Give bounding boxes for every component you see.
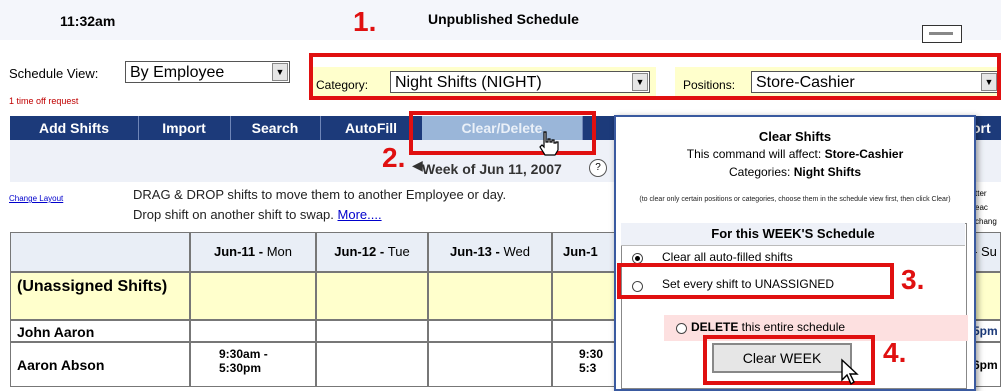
column-header-sun[interactable]: - Su — [972, 232, 1001, 272]
table-cell[interactable] — [428, 320, 552, 342]
row-name-unassigned: (Unassigned Shifts) — [10, 272, 190, 320]
annotation-box-3 — [617, 263, 894, 299]
more-link[interactable]: More.... — [338, 207, 382, 222]
shift-time: 5pm — [973, 324, 998, 338]
table-cell[interactable] — [190, 272, 316, 320]
table-cell[interactable] — [972, 272, 1001, 320]
drag-help-line1: DRAG & DROP shifts to move them to anoth… — [133, 187, 507, 202]
column-date: Jun-1 — [563, 244, 598, 259]
table-cell[interactable] — [316, 272, 428, 320]
categories-label: Categories: — [728, 165, 794, 179]
shift-cell[interactable]: 5pm — [972, 320, 1001, 342]
option-clear-autofilled[interactable]: Clear all auto-filled shifts — [662, 250, 793, 264]
column-day: Wed — [503, 244, 530, 259]
shift-time: 6pm — [973, 358, 998, 372]
table-cell[interactable] — [190, 320, 316, 342]
table-cell[interactable] — [552, 320, 616, 342]
help-icon[interactable]: ? — [589, 159, 607, 177]
row-name-aaron-abson: Aaron Abson — [10, 342, 190, 387]
annotation-number-4: 4. — [883, 337, 907, 368]
week-options-title: For this WEEK'S Schedule — [621, 223, 965, 246]
shift-cell[interactable]: 9:30am - 5:30pm — [190, 342, 316, 387]
table-cell[interactable] — [316, 342, 428, 387]
page-title: Unpublished Schedule — [428, 11, 579, 27]
dialog-affect: This command will affect: Store-Cashier — [616, 147, 974, 161]
affect-label: This command will affect: — [686, 147, 825, 161]
delete-rest: this entire schedule — [738, 320, 846, 334]
option-delete-schedule[interactable]: DELETE this entire schedule — [691, 320, 845, 334]
annotation-box-2 — [409, 111, 596, 155]
shift-cell[interactable]: 6pm — [972, 342, 1001, 387]
table-cell[interactable] — [316, 320, 428, 342]
arrow-cursor-icon — [841, 358, 859, 386]
column-date: Jun-12 — [334, 244, 377, 259]
delete-keyword: DELETE — [691, 320, 739, 334]
drag-help-text: Drop shift on another shift to swap. — [133, 207, 334, 222]
chevron-down-icon: ▼ — [272, 63, 288, 81]
schedule-view-select[interactable]: By Employee ▼ — [125, 61, 290, 83]
table-corner-header — [10, 232, 190, 272]
annotation-number-3: 3. — [901, 264, 925, 295]
time-off-request-link[interactable]: 1 time off request — [9, 96, 78, 106]
week-label: Week of Jun 11, 2007 — [422, 161, 562, 177]
shift-cell[interactable]: 9:30 5:3 — [552, 342, 616, 387]
annotation-number-1: 1. — [353, 6, 377, 37]
annotation-number-2: 2. — [382, 142, 406, 173]
shift-time: 9:30 5:3 — [579, 347, 604, 375]
column-date: Jun-11 — [213, 244, 256, 259]
column-header-thu[interactable]: Jun-1 — [552, 232, 616, 272]
column-header-wed[interactable]: Jun-13 - Wed — [428, 232, 552, 272]
dialog-title: Clear Shifts — [758, 129, 832, 144]
change-layout-link[interactable]: Change Layout — [9, 194, 63, 203]
import-button[interactable]: Import — [138, 116, 231, 140]
column-day: Mon — [266, 244, 293, 259]
clock-time: 11:32am — [60, 13, 116, 29]
table-cell[interactable] — [428, 342, 552, 387]
shift-time: 9:30am - 5:30pm — [219, 347, 268, 375]
hand-cursor-icon — [539, 131, 559, 156]
affect-value: Store-Cashier — [824, 147, 904, 161]
schedule-view-label: Schedule View: — [9, 66, 99, 81]
drag-help-line2: Drop shift on another shift to swap. Mor… — [133, 205, 506, 225]
drag-drop-help: DRAG & DROP shifts to move them to anoth… — [133, 185, 506, 225]
table-cell[interactable] — [552, 272, 616, 320]
table-cell[interactable] — [428, 272, 552, 320]
keyboard-icon[interactable] — [922, 25, 962, 43]
row-name-john-aaron: John Aaron — [10, 320, 190, 342]
schedule-view-value: By Employee — [130, 64, 225, 81]
annotation-box-1 — [309, 53, 1001, 100]
radio-delete-schedule[interactable] — [676, 323, 687, 334]
search-button[interactable]: Search — [230, 116, 321, 140]
dialog-note: (to clear only certain positions or cate… — [639, 196, 951, 203]
dialog-categories: Categories: Night Shifts — [616, 165, 974, 179]
categories-value: Night Shifts — [793, 165, 862, 179]
column-header-mon[interactable]: Jun-11 - Mon — [190, 232, 316, 272]
partial-help-text: tter eac chang — [975, 189, 997, 226]
column-day: Tue — [387, 244, 410, 259]
report-button[interactable]: ort — [972, 116, 1001, 140]
autofill-button[interactable]: AutoFill — [320, 116, 423, 140]
add-shifts-button[interactable]: Add Shifts — [10, 116, 139, 140]
column-date: Jun-13 — [450, 244, 492, 259]
column-header-tue[interactable]: Jun-12 - Tue — [316, 232, 428, 272]
